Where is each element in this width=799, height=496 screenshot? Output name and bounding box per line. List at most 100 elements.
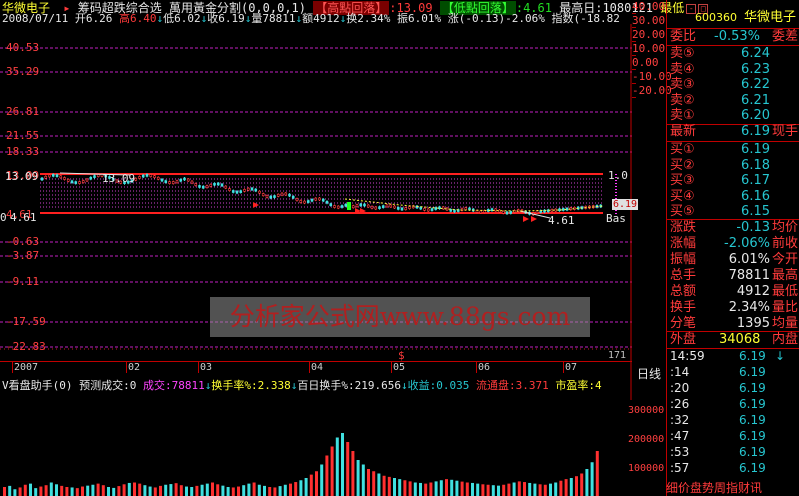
- stat-row-value: -0.13: [736, 220, 770, 235]
- volume-bar: [408, 481, 412, 496]
- stat-row: 换手 2.34% 量比: [667, 300, 799, 316]
- volume-bar: [330, 446, 334, 496]
- tick-price: 6.19: [739, 349, 766, 363]
- volume-bar: [367, 469, 370, 496]
- sell-order-row-label: 卖④: [670, 61, 695, 77]
- candle-body: [404, 207, 408, 210]
- candle-body: [288, 193, 291, 197]
- volume-bar: [377, 473, 381, 496]
- volume-bar: [143, 485, 147, 496]
- price-level-label: -22.83: [6, 340, 46, 353]
- candle-body: [505, 211, 509, 215]
- candle-body: [216, 182, 220, 186]
- buy-order-row-label: 买①: [670, 142, 695, 157]
- volume-bar: [148, 486, 152, 496]
- volume-bar: [29, 483, 32, 496]
- volume-bar: [138, 483, 142, 496]
- volume-bar: [221, 485, 225, 496]
- candle-body: [209, 184, 213, 187]
- candle-body: [306, 200, 310, 203]
- tick-time: :14: [670, 365, 690, 379]
- volume-bar: [49, 482, 53, 496]
- buy-order-row: 买③ 6.17: [667, 173, 799, 189]
- panel-tabs[interactable]: 细价盘势周指财讯: [666, 481, 799, 496]
- volume-bar: [325, 455, 329, 496]
- stat-row-value: -2.06%: [724, 236, 770, 251]
- volume-bar: [309, 474, 313, 496]
- candle-body: [239, 190, 243, 193]
- price-chart[interactable]: [0, 24, 666, 400]
- volume-bar: [216, 484, 220, 496]
- candle-body: [314, 197, 318, 201]
- stat-row-label: 总额: [670, 284, 697, 299]
- volume-bar: [450, 479, 454, 496]
- candle-body: [179, 178, 183, 182]
- stat-row-value: 2.34%: [728, 300, 770, 315]
- stat-row-value: 6.01%: [728, 252, 770, 267]
- volume-bar: [268, 487, 272, 496]
- candle-body: [325, 200, 329, 204]
- stat-row-label: 振幅: [670, 252, 697, 267]
- volume-bar: [211, 482, 214, 496]
- tick-time: :47: [670, 429, 690, 443]
- volume-bar: [434, 481, 438, 496]
- candle-body: [363, 203, 366, 207]
- volume-bar: [341, 433, 344, 496]
- sell-order-row-value: 6.23: [741, 61, 770, 77]
- candle-body: [164, 180, 168, 183]
- volume-axis: 300000 200000 100000: [628, 391, 666, 496]
- sell-order-row-value: 6.22: [741, 77, 770, 92]
- volume-bar: [237, 486, 240, 496]
- buy-order-row-value: 6.16: [741, 188, 770, 204]
- volume-bar: [585, 469, 589, 496]
- volume-bar: [294, 482, 298, 496]
- time-axis: 2007 02 03 04 05 06 07: [0, 361, 632, 375]
- candle-body: [198, 185, 201, 188]
- stat-row-tail: 均价: [771, 220, 798, 235]
- volume-bar: [263, 485, 266, 496]
- volume-bar: [257, 484, 261, 496]
- period-mode[interactable]: 日线: [632, 365, 666, 382]
- volume-chart[interactable]: [0, 391, 632, 496]
- volume-bar: [70, 487, 74, 496]
- volume-bar: [195, 485, 199, 496]
- buy-order-row: 买② 6.18: [667, 158, 799, 174]
- candle-body: [55, 174, 59, 177]
- outer-value: 34068: [719, 332, 761, 347]
- candle-body: [468, 207, 471, 211]
- volume-bar: [590, 462, 594, 496]
- volume-bar: [481, 484, 485, 496]
- volume-bar: [512, 482, 516, 496]
- tick-price: 6.19: [739, 397, 766, 411]
- right-axis-label: -10.00: [632, 70, 672, 83]
- right-axis-label: 20.00: [632, 28, 666, 41]
- sell-order-row: 卖② 6.21: [667, 93, 799, 109]
- quote-header: 600360 华微电子: [667, 10, 799, 28]
- buy-order-row-label: 买③: [670, 173, 695, 188]
- candle-body: [276, 193, 280, 197]
- price-level-label: 35.29: [6, 65, 40, 78]
- volume-bar: [169, 484, 173, 496]
- volume-bar: [315, 471, 318, 496]
- quote-stock-name: 华微电子: [743, 10, 796, 25]
- volume-bar: [39, 486, 43, 496]
- candle-body: [201, 185, 205, 189]
- price-level-label: -17.59: [6, 315, 46, 328]
- buy-order-row: 买⑤ 6.15: [667, 204, 799, 220]
- volume-bar: [283, 484, 287, 496]
- right-axis-label: 30.00: [632, 14, 666, 27]
- last-tail: 现手: [771, 124, 798, 139]
- volume-bar: [507, 483, 511, 496]
- watermark: 分析家公式网www.88gs.com: [210, 297, 590, 337]
- candle-body: [280, 192, 284, 196]
- candle-body: [434, 207, 438, 210]
- time-axis-label: 06: [476, 362, 491, 373]
- volume-bar: [471, 482, 474, 496]
- volume-bar: [549, 483, 552, 496]
- volume-bar: [107, 487, 110, 496]
- candle-body: [63, 177, 66, 180]
- buy-order-row-value: 6.17: [741, 173, 770, 188]
- candle-body: [370, 206, 374, 209]
- weibi-row: 委比 -0.53% 委差: [667, 29, 799, 45]
- stat-row: 振幅 6.01% 今开: [667, 252, 799, 268]
